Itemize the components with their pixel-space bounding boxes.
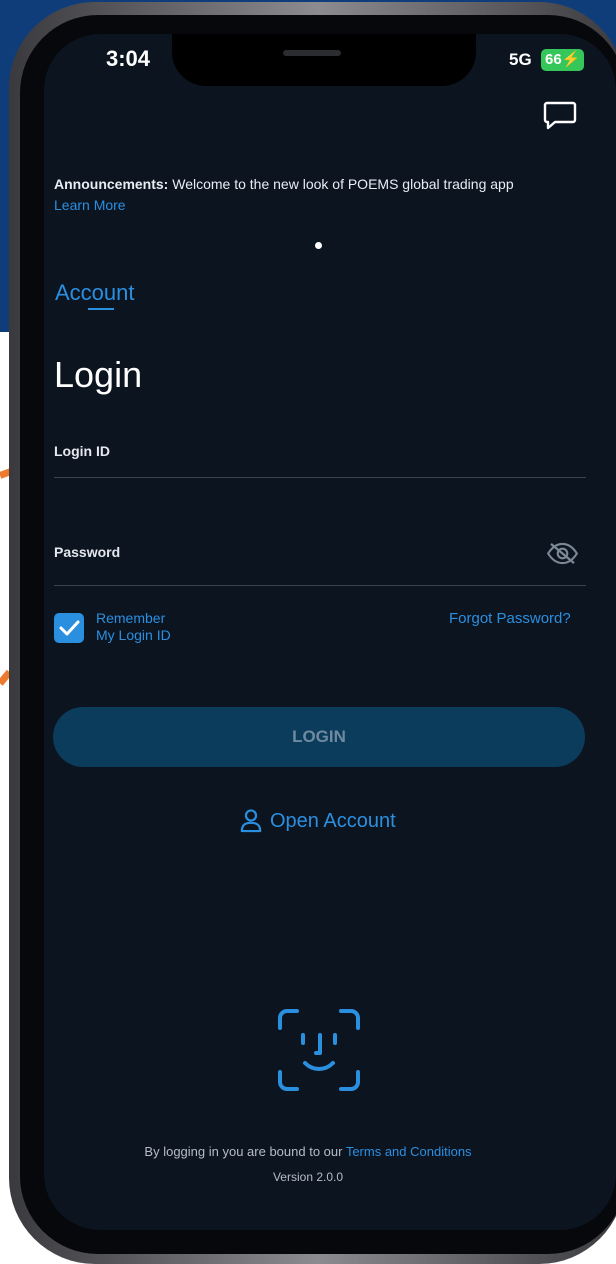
- carousel-dot[interactable]: [315, 242, 322, 249]
- password-input[interactable]: [54, 566, 538, 582]
- terms-prefix: By logging in you are bound to our: [144, 1144, 346, 1159]
- checkmark-icon: [59, 620, 80, 636]
- open-account-button[interactable]: Open Account: [240, 806, 396, 836]
- tab-account-underline: [88, 308, 114, 310]
- phone-notch: [172, 34, 476, 86]
- battery-level: 66: [545, 51, 562, 68]
- announcement-message: Welcome to the new look of POEMS global …: [168, 176, 514, 192]
- page-title: Login: [54, 354, 143, 395]
- learn-more-link[interactable]: Learn More: [54, 197, 126, 213]
- status-network: 5G: [509, 50, 532, 69]
- password-label: Password: [54, 544, 121, 560]
- announcement-text: Announcements: Welcome to the new look o…: [54, 176, 514, 192]
- password-underline: [54, 585, 586, 586]
- tab-account[interactable]: Account: [55, 280, 135, 306]
- login-id-label: Login ID: [54, 443, 110, 459]
- terms-text: By logging in you are bound to our Terms…: [0, 1144, 616, 1159]
- login-id-underline: [54, 477, 586, 478]
- terms-link[interactable]: Terms and Conditions: [346, 1144, 472, 1159]
- remember-line-2: My Login ID: [96, 627, 171, 643]
- battery-indicator: 66⚡: [541, 49, 585, 71]
- person-icon: [240, 809, 262, 833]
- charging-icon: ⚡: [561, 51, 581, 68]
- phone-speaker: [283, 50, 341, 56]
- announcement-label: Announcements:: [54, 176, 169, 192]
- version-label: Version 2.0.0: [272, 1170, 344, 1184]
- remember-checkbox[interactable]: [54, 613, 84, 643]
- login-id-input[interactable]: [54, 465, 588, 477]
- face-id-icon[interactable]: [277, 1008, 361, 1092]
- chat-icon[interactable]: [543, 100, 577, 130]
- remember-login-label[interactable]: Remember My Login ID: [96, 610, 171, 644]
- status-time: 3:04: [106, 46, 151, 71]
- open-account-label: Open Account: [270, 809, 396, 832]
- remember-line-1: Remember: [96, 610, 166, 626]
- login-button[interactable]: LOGIN: [53, 707, 585, 767]
- eye-slash-icon[interactable]: [546, 542, 579, 565]
- forgot-password-link[interactable]: Forgot Password?: [449, 610, 571, 627]
